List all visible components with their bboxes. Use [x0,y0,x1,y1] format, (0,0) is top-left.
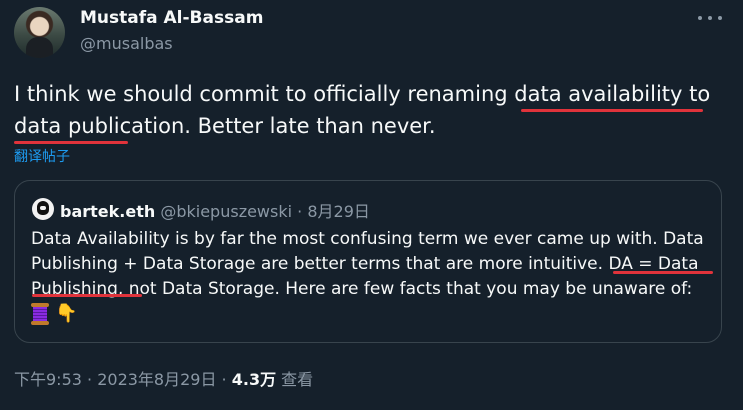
quoted-separator: · [292,202,308,221]
quoted-emojis: 👇 [31,302,77,326]
quoted-date: 8月29日 [307,202,370,221]
author-display-name[interactable]: Mustafa Al-Bassam [80,8,263,28]
quoted-author-avatar [32,198,54,220]
more-dot [718,16,722,20]
meta-separator: · [216,370,232,389]
annotation-underline [613,271,713,274]
quoted-text-part: Data Availability is by far the most con… [31,229,704,274]
quoted-display-name: bartek.eth [60,202,156,221]
tweet-text-part: . Better late than never. [184,114,436,138]
meta-separator: · [81,370,98,389]
annotation-underline [14,141,128,144]
tweet-text-part: I think we should commit to officially r… [14,82,569,106]
tweet-time[interactable]: 下午9:53 [14,370,82,389]
quoted-tweet[interactable]: bartek.eth @bkiepuszewski · 8月29日 Data A… [14,180,722,343]
thread-spool-icon [31,303,49,325]
annotation-underline [32,294,142,297]
views-label: 查看 [276,370,314,389]
quoted-text-part: , not Data Storage. Here are few facts t… [117,279,693,299]
author-avatar[interactable] [14,7,65,58]
more-dot [708,16,712,20]
tweet-meta: 下午9:53 · 2023年8月29日 · 4.3万 查看 [14,366,313,390]
tweet-date[interactable]: 2023年8月29日 [97,370,216,389]
quoted-text: Data Availability is by far the most con… [31,227,711,302]
quoted-header: bartek.eth @bkiepuszewski · 8月29日 [60,198,370,222]
tweet-text-highlight: publication [68,114,185,138]
pointing-down-icon: 👇 [55,303,78,324]
more-dot [698,16,702,20]
tweet-card: Mustafa Al-Bassam @musalbas I think we s… [0,0,743,410]
translate-post-link[interactable]: 翻译帖子 [14,146,70,166]
quoted-handle: @bkiepuszewski [160,202,293,221]
annotation-underline [521,109,703,112]
views-count: 4.3万 [231,370,277,389]
author-handle[interactable]: @musalbas [80,34,173,53]
more-options-icon[interactable] [698,8,722,28]
